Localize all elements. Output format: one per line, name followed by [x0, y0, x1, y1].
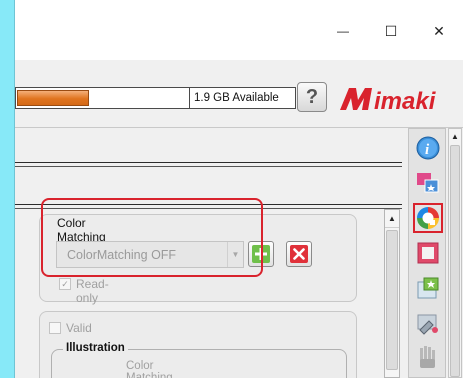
image-add-button[interactable]	[414, 275, 442, 303]
illustration-title: Illustration	[63, 342, 128, 354]
side-scrollbar[interactable]: ▲	[448, 128, 462, 378]
layout-icon	[417, 173, 439, 193]
panel-scrollbar[interactable]: ▲	[384, 209, 400, 378]
maximize-icon: ☐	[384, 22, 398, 39]
storage-progress-bar	[15, 87, 190, 109]
cutter-button[interactable]	[414, 309, 442, 337]
storage-progress-fill	[17, 90, 89, 106]
scroll-up-arrow-icon[interactable]: ▲	[385, 210, 399, 228]
color-matching-method-label: Color Matching Method	[126, 360, 173, 378]
side-toolbar: i ▲	[406, 128, 463, 378]
valid-label: Valid	[66, 321, 92, 335]
layout-button[interactable]	[414, 169, 442, 197]
divider	[15, 166, 402, 167]
hand-tool-icon	[420, 346, 435, 368]
cutter-icon	[417, 314, 438, 335]
delete-color-matching-button[interactable]	[286, 241, 312, 267]
valid-checkbox[interactable]	[49, 322, 61, 334]
mimaki-logo-mark: imaki	[340, 88, 437, 112]
close-icon: ✕	[433, 22, 445, 39]
divider	[15, 162, 402, 163]
side-scroll-thumb[interactable]	[450, 145, 460, 377]
help-button[interactable]: ?	[297, 82, 327, 112]
highlight-frame	[41, 198, 263, 277]
hand-tool-button[interactable]	[414, 343, 442, 371]
side-tool-column: i	[408, 128, 446, 378]
info-button[interactable]: i	[414, 135, 442, 163]
title-bar: — ☐ ✕	[15, 0, 463, 60]
application-window: — ☐ ✕ 1.9 GB Available ? imaki Color Mat…	[14, 0, 463, 378]
delete-x-icon	[290, 245, 308, 263]
minimize-icon: —	[337, 24, 349, 38]
scroll-thumb[interactable]	[386, 230, 398, 370]
color-matching-tool-button[interactable]	[413, 203, 443, 233]
side-scroll-up-arrow-icon[interactable]: ▲	[449, 129, 461, 143]
mimaki-logo: imaki	[338, 84, 463, 112]
frame-icon	[417, 242, 439, 264]
check-icon: ✓	[61, 278, 69, 289]
color-matching-icon	[417, 207, 439, 229]
minimize-button[interactable]: —	[323, 18, 363, 44]
frame-button[interactable]	[414, 239, 442, 267]
storage-available-text: 1.9 GB Available	[190, 87, 296, 109]
logo-text: imaki	[374, 88, 437, 112]
image-add-icon	[417, 277, 439, 299]
close-button[interactable]: ✕	[419, 18, 459, 44]
maximize-button[interactable]: ☐	[371, 18, 411, 44]
toolbar: 1.9 GB Available ? imaki	[15, 60, 463, 128]
readonly-label: Read-only	[76, 277, 109, 305]
help-icon: ?	[305, 85, 319, 108]
readonly-checkbox[interactable]: ✓	[59, 278, 71, 290]
info-icon: i	[416, 136, 440, 160]
